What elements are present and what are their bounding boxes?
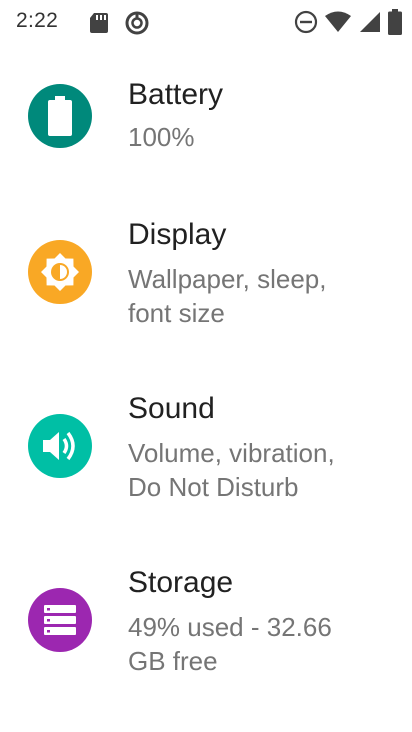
- storage-icon: [28, 588, 92, 652]
- sd-card-icon: [88, 11, 110, 35]
- settings-item-summary: Volume, vibration, Do Not Disturb: [128, 438, 335, 502]
- status-left-icons: [88, 10, 150, 36]
- settings-item-sound[interactable]: Sound Volume, vibration, Do Not Disturb: [0, 384, 412, 544]
- settings-item-title: Sound: [128, 392, 215, 425]
- battery-icon: [28, 84, 92, 148]
- settings-item-summary: 49% used - 32.66 GB free: [128, 612, 332, 676]
- settings-item-title: Battery: [128, 78, 224, 111]
- status-bar: 2:22: [0, 0, 412, 44]
- settings-item-title: Display: [128, 218, 227, 251]
- status-time: 2:22: [16, 9, 59, 32]
- wifi-icon: [324, 10, 352, 34]
- settings-item-display[interactable]: Display Wallpaper, sleep, font size: [0, 210, 412, 370]
- volume-icon: [28, 414, 92, 478]
- brightness-icon: [28, 240, 92, 304]
- do-not-disturb-icon: [294, 10, 318, 34]
- battery-icon: [388, 9, 402, 35]
- settings-item-title: Storage: [128, 566, 234, 599]
- sync-circle-icon: [124, 10, 150, 36]
- cell-signal-icon: [358, 10, 382, 34]
- settings-item-storage[interactable]: Storage 49% used - 32.66 GB free: [0, 558, 412, 718]
- settings-item-summary: Wallpaper, sleep, font size: [128, 264, 327, 328]
- settings-item-summary: 100%: [128, 122, 195, 152]
- status-right-icons: [294, 9, 402, 35]
- settings-item-battery[interactable]: Battery 100%: [0, 70, 412, 230]
